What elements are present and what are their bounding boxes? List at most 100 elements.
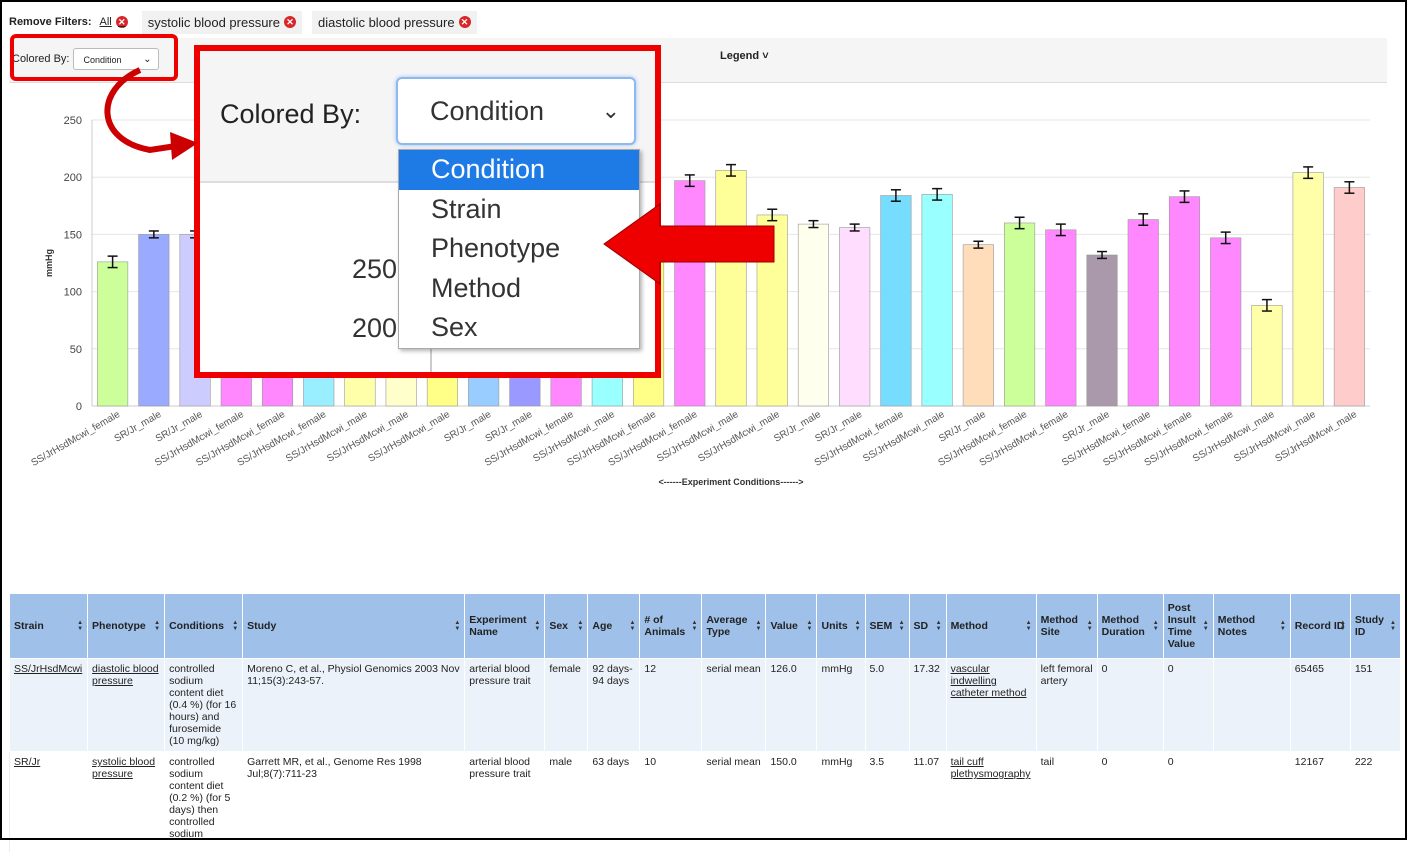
column-header-label: Strain [14,620,44,632]
column-header-label: Experiment Name [469,614,527,638]
phenotype-link[interactable]: systolic blood pressure [92,756,155,780]
column-header[interactable]: SD ▲ ▼ [908,593,947,659]
sort-icon[interactable]: ▲ ▼ [454,620,460,632]
column-header-label: Average Type [706,614,748,638]
column-header[interactable]: # of Animals ▲ ▼ [639,593,703,659]
cell-conditions: controlled sodium content diet (0.2 %) (… [164,751,244,853]
option-condition[interactable]: Condition [399,150,639,190]
column-header-label: Study ID [1354,614,1384,638]
cell-sem: 5.0 [864,658,910,752]
column-header[interactable]: Method Duration ▲ ▼ [1096,593,1164,659]
option-method[interactable]: Method [399,269,639,309]
cell-units: mmHg [816,751,866,853]
sort-icon[interactable]: ▲ ▼ [1026,620,1032,632]
sort-icon[interactable]: ▲ ▼ [1390,620,1396,632]
sort-icon[interactable]: ▲ ▼ [629,620,635,632]
column-header[interactable]: SEM ▲ ▼ [864,593,910,659]
column-header-label: Method Site [1040,614,1078,638]
column-header[interactable]: Record ID ▲ ▼ [1289,593,1351,659]
callout-colored-by-label: Colored By: [220,99,362,129]
column-header[interactable]: Sex ▲ ▼ [544,593,589,659]
method-link[interactable]: tail cuff plethysmography [951,756,1031,780]
bar [1333,187,1365,407]
cell-method: tail cuff plethysmography [945,751,1037,853]
cell-post-insult: 0 [1162,658,1214,752]
sort-icon[interactable]: ▲ ▼ [756,620,762,632]
bar [1210,237,1242,407]
sort-icon[interactable]: ▲ ▼ [232,620,238,632]
column-header-label: Value [770,620,798,632]
sort-icon[interactable]: ▲ ▼ [577,620,583,632]
column-header-label: Sex [549,620,569,632]
table-row: SS/JrHsdMcwi diastolic blood pressure co… [8,658,1402,752]
sort-icon[interactable]: ▲ ▼ [1203,620,1209,632]
conditions-text: controlled sodium content diet (0.2 %) (… [169,756,231,840]
y-axis-label: mmHg [44,249,54,277]
strain-link[interactable]: SS/JrHsdMcwi [14,663,82,675]
column-header[interactable]: Age ▲ ▼ [587,593,641,659]
sort-icon[interactable]: ▲ ▼ [77,620,83,632]
cell-post-insult: 0 [1162,751,1214,853]
column-header-label: Post Insult Time Value [1167,602,1196,650]
column-header[interactable]: Phenotype ▲ ▼ [87,593,166,659]
column-header[interactable]: Study ▲ ▼ [242,593,466,659]
bar [1004,222,1036,407]
sort-icon[interactable]: ▲ ▼ [936,620,942,632]
sort-icon[interactable]: ▲ ▼ [154,620,160,632]
cell-method: vascular indwelling catheter method [945,658,1037,752]
phenotype-link[interactable]: diastolic blood pressure [92,663,159,687]
highlight-box [10,34,178,81]
callout-select-value: Condition [430,96,545,126]
sort-icon[interactable]: ▲ ▼ [691,620,697,632]
zoom-callout: 250 200 Colored By: Condition ⌄ Conditio… [194,45,661,378]
column-header[interactable]: Method Notes ▲ ▼ [1212,593,1291,659]
y-tick-label: 200 [64,172,82,184]
cell-record-id: 12167 [1289,751,1351,853]
cell-method-duration: 0 [1096,658,1164,752]
option-phenotype[interactable]: Phenotype [399,229,639,269]
column-header[interactable]: Method Site ▲ ▼ [1035,593,1098,659]
sort-icon[interactable]: ▲ ▼ [534,620,540,632]
sort-icon[interactable]: ▲ ▼ [1280,620,1286,632]
cell-strain: SR/Jr [8,751,89,853]
sort-icon[interactable]: ▲ ▼ [1340,620,1346,632]
cell-method-site: left femoral artery [1035,658,1098,752]
chevron-down-icon: ⌄ [601,98,620,123]
column-header-label: Study [247,620,277,632]
sort-icon[interactable]: ▲ ▼ [807,620,813,632]
column-header[interactable]: Strain ▲ ▼ [8,593,89,659]
sort-icon[interactable]: ▲ ▼ [1153,620,1159,632]
column-header[interactable]: Experiment Name ▲ ▼ [464,593,546,659]
cell-phenotype: systolic blood pressure [87,751,166,853]
column-header[interactable]: Post Insult Time Value ▲ ▼ [1162,593,1214,659]
strain-link[interactable]: SR/Jr [14,756,40,768]
method-link[interactable]: vascular indwelling catheter method [951,663,1027,699]
callout-colored-by-select[interactable]: Condition ⌄ [396,77,636,145]
option-sex[interactable]: Sex [399,308,639,348]
sort-icon[interactable]: ▲ ▼ [1087,620,1093,632]
column-header[interactable]: Study ID ▲ ▼ [1349,593,1402,659]
cell-age: 92 days-94 days [587,658,641,752]
cell-conditions: controlled sodium content diet (0.4 %) (… [164,658,244,752]
y-tick-label: 150 [64,229,82,241]
column-header[interactable]: Units ▲ ▼ [816,593,866,659]
bar [962,244,994,407]
cell-value: 150.0 [765,751,818,853]
column-header-label: Method Notes [1217,614,1256,638]
cell-sd: 17.32 [908,658,947,752]
table-row: SR/Jr systolic blood pressure controlled… [8,751,1402,853]
column-header-label: SD [913,620,929,632]
option-strain[interactable]: Strain [399,190,639,230]
cell-study-id: 151 [1349,658,1402,752]
column-header[interactable]: Value ▲ ▼ [765,593,818,659]
sort-icon[interactable]: ▲ ▼ [855,620,861,632]
column-header[interactable]: Method ▲ ▼ [945,593,1037,659]
cell-sd: 11.07 [908,751,947,853]
sort-icon[interactable]: ▲ ▼ [899,620,905,632]
cell-study: Garrett MR, et al., Genome Res 1998 Jul;… [242,751,466,853]
column-header[interactable]: Average Type ▲ ▼ [701,593,767,659]
bar [880,195,912,407]
cell-strain: SS/JrHsdMcwi [8,658,89,752]
x-axis-label: <------Experiment Conditions------> [659,477,804,487]
column-header[interactable]: Conditions ▲ ▼ [164,593,244,659]
